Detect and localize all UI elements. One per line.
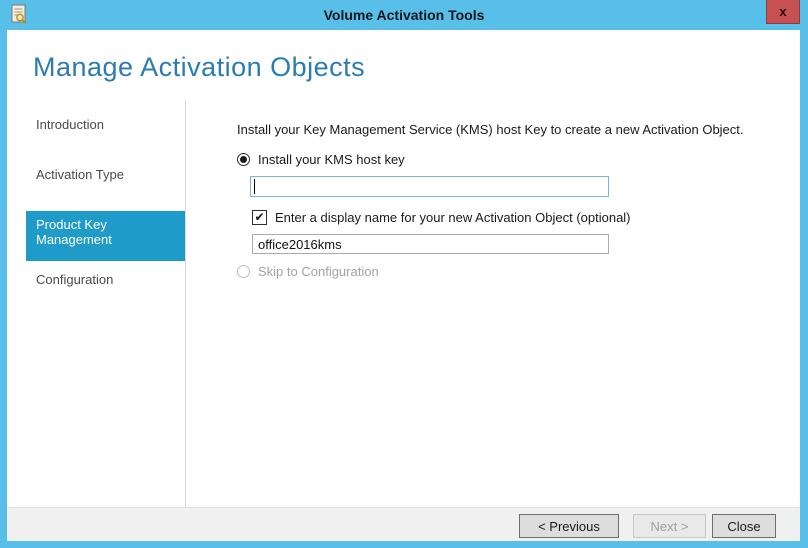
close-window-button[interactable]: x xyxy=(766,0,800,24)
install-kms-host-key-radio[interactable]: Install your KMS host key xyxy=(237,152,405,167)
instruction-text: Install your Key Management Service (KMS… xyxy=(237,122,744,137)
display-name-input[interactable] xyxy=(252,234,609,254)
skip-to-configuration-radio: Skip to Configuration xyxy=(237,264,379,279)
page-title: Manage Activation Objects xyxy=(33,52,365,83)
sidebar-item-configuration[interactable]: Configuration xyxy=(26,266,185,316)
sidebar-item-activation-type[interactable]: Activation Type xyxy=(26,161,185,211)
sidebar-item-label: Configuration xyxy=(36,272,113,287)
install-kms-host-key-label: Install your KMS host key xyxy=(258,152,405,167)
window-title: Volume Activation Tools xyxy=(0,0,808,30)
checkbox-check-icon: ✔ xyxy=(252,210,267,225)
skip-to-configuration-label: Skip to Configuration xyxy=(258,264,379,279)
sidebar-item-label: Introduction xyxy=(36,117,104,132)
kms-host-key-input[interactable] xyxy=(250,176,609,197)
sidebar-item-label: Product Key Management xyxy=(36,217,112,247)
sidebar-item-product-key-management[interactable]: Product Key Management xyxy=(26,211,185,261)
text-caret xyxy=(254,179,255,194)
radio-selected-icon xyxy=(237,153,250,166)
titlebar[interactable]: Volume Activation Tools x xyxy=(0,0,808,30)
sidebar-item-introduction[interactable]: Introduction xyxy=(26,111,185,161)
previous-button[interactable]: < Previous xyxy=(519,514,619,538)
next-button: Next > xyxy=(633,514,706,538)
volume-activation-tools-window: Volume Activation Tools x Manage Activat… xyxy=(0,0,808,548)
sidebar-divider xyxy=(185,100,186,507)
client-area: Manage Activation Objects Introduction A… xyxy=(7,30,800,541)
radio-disabled-icon xyxy=(237,265,250,278)
footer-bar: < Previous Next > Close xyxy=(7,507,800,541)
close-button[interactable]: Close xyxy=(712,514,776,538)
display-name-checkbox-label: Enter a display name for your new Activa… xyxy=(275,210,631,225)
display-name-checkbox[interactable]: ✔ Enter a display name for your new Acti… xyxy=(252,210,631,225)
sidebar-item-label: Activation Type xyxy=(36,167,124,182)
